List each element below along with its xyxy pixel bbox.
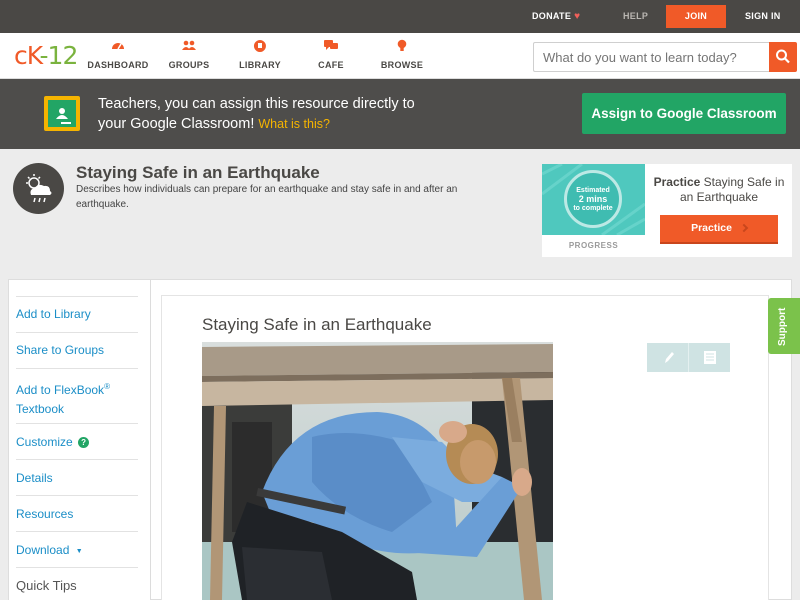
google-classroom-banner: Teachers, you can assign this resource d…	[0, 79, 800, 149]
annotate-button[interactable]	[647, 343, 688, 372]
storm-cloud-icon	[26, 174, 52, 203]
logo-ck: cK	[14, 41, 40, 70]
pencil-icon	[665, 352, 674, 363]
resources-link[interactable]: Resources	[16, 495, 138, 532]
help-circle-icon[interactable]: ?	[78, 437, 90, 448]
quick-tips-heading[interactable]: Quick Tips	[16, 567, 138, 593]
support-tab[interactable]: Support	[768, 298, 800, 354]
help-link[interactable]: HELP	[623, 0, 648, 33]
practice-heading: Practice Staying Safe in an Earthquake	[652, 175, 786, 205]
nav-item-groups[interactable]: GROUPS	[154, 39, 224, 70]
banner-message: Teachers, you can assign this resource d…	[98, 94, 528, 134]
nav-label: CAFE	[318, 60, 344, 70]
search-icon	[776, 49, 790, 64]
details-link[interactable]: Details	[16, 459, 138, 496]
nav-label: DASHBOARD	[87, 60, 149, 70]
earthquake-photo	[202, 342, 553, 600]
registered-mark: ®	[104, 382, 110, 391]
search-input[interactable]	[533, 42, 770, 72]
sign-in-link[interactable]: SIGN IN	[745, 0, 781, 33]
estimated-label: Estimated	[576, 187, 610, 194]
textbook-label: Textbook	[16, 402, 65, 416]
nav-label: GROUPS	[168, 60, 210, 70]
practice-card: Estimated 2 mins to complete PROGRESS Pr…	[542, 164, 792, 257]
chevron-right-icon	[739, 223, 749, 233]
add-to-flexbook-link[interactable]: Add to FlexBook® Textbook	[16, 368, 138, 424]
nav-item-dashboard[interactable]: DASHBOARD	[83, 39, 153, 70]
estimated-time-text: Estimated 2 mins to complete	[567, 187, 619, 213]
customize-link[interactable]: Customize ?	[16, 423, 138, 460]
support-label: Support	[777, 307, 788, 346]
download-label: Download	[16, 543, 70, 557]
dashboard-icon	[112, 43, 124, 50]
browse-icon	[397, 39, 407, 51]
practice-heading-bold: Practice	[653, 175, 701, 189]
notes-icon	[704, 351, 716, 364]
logo-number: 12	[47, 41, 79, 70]
progress-label: PROGRESS	[568, 241, 619, 250]
donate-link[interactable]: DONATE ♥	[532, 0, 580, 33]
what-is-this-link[interactable]: What is this?	[258, 117, 330, 131]
article-title: Staying Safe in an Earthquake	[202, 315, 432, 334]
join-button[interactable]: JOIN	[666, 5, 726, 28]
nav-item-browse[interactable]: BROWSE	[367, 39, 437, 70]
nav-item-library[interactable]: LIBRARY	[225, 39, 295, 70]
heart-icon: ♥	[574, 11, 581, 22]
donate-label: DONATE	[532, 11, 572, 21]
article-tools	[647, 343, 730, 372]
to-complete-label: to complete	[573, 205, 613, 212]
groups-icon	[182, 40, 196, 50]
main-navigation: cK-12 DASHBOARD GROUPS LIBRARY CAFE BROW…	[0, 33, 800, 79]
flexbook-label: Add to FlexBook	[16, 383, 105, 397]
concept-description: Describes how individuals can prepare fo…	[76, 184, 458, 210]
page-title: Staying Safe in an Earthquake	[76, 163, 320, 182]
nav-label: LIBRARY	[239, 60, 281, 70]
progress-graphic: Estimated 2 mins to complete	[542, 164, 645, 235]
download-link[interactable]: Download ▼	[16, 531, 138, 568]
share-to-groups-link[interactable]: Share to Groups	[16, 332, 138, 369]
minutes-label: 2 mins	[578, 194, 608, 204]
estimated-time-badge: Estimated 2 mins to complete	[564, 170, 622, 228]
duck-and-cover-image	[202, 342, 553, 600]
assign-to-google-classroom-button[interactable]: Assign to Google Classroom	[582, 93, 786, 134]
google-classroom-icon	[44, 96, 80, 131]
logo-dash: -	[39, 41, 49, 70]
cafe-icon	[324, 40, 338, 50]
customize-label: Customize	[16, 435, 73, 449]
concept-icon	[13, 163, 64, 214]
nav-label: BROWSE	[380, 60, 424, 70]
top-utility-bar: DONATE ♥ HELP JOIN SIGN IN	[0, 0, 800, 33]
add-to-library-link[interactable]: Add to Library	[16, 296, 138, 333]
notes-button[interactable]	[688, 343, 730, 372]
ck12-logo[interactable]: cK-12	[14, 41, 79, 70]
banner-line-1: Teachers, you can assign this resource d…	[98, 96, 415, 112]
banner-line-2: your Google Classroom!	[98, 116, 255, 132]
library-icon	[253, 40, 266, 52]
practice-button[interactable]: Practice	[660, 215, 778, 244]
nav-item-cafe[interactable]: CAFE	[296, 39, 366, 70]
caret-down-icon: ▼	[75, 548, 83, 555]
search-button[interactable]	[769, 42, 797, 72]
practice-button-label: Practice	[691, 222, 732, 234]
